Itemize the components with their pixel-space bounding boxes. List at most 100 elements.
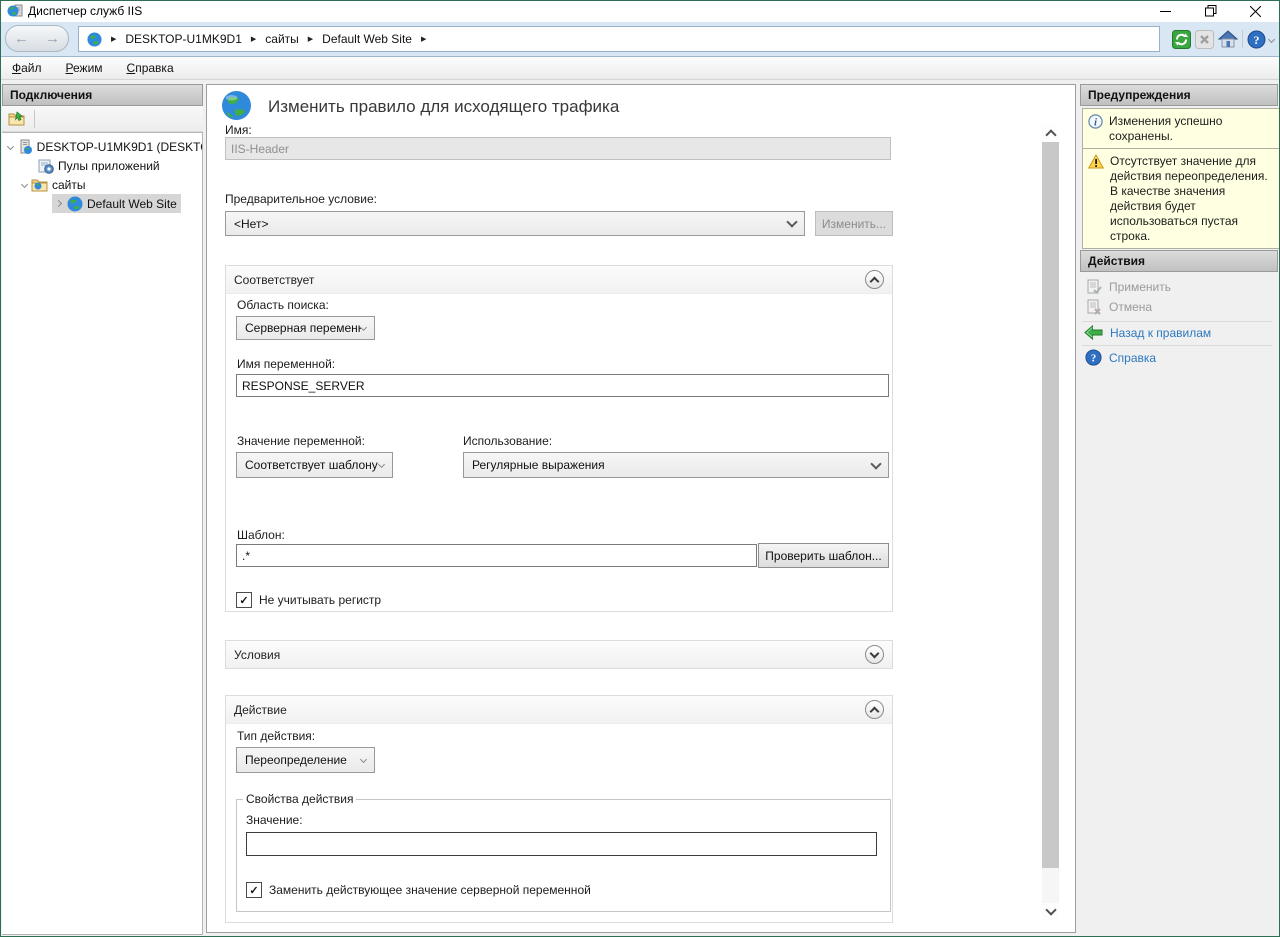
- breadcrumb-item-default-web-site[interactable]: Default Web Site: [322, 32, 412, 46]
- scrollbar-thumb[interactable]: [1042, 142, 1059, 868]
- chevron-down-icon: [870, 458, 881, 469]
- help-action[interactable]: ? Справка: [1085, 349, 1156, 366]
- conditions-section-header[interactable]: Условия: [226, 641, 892, 668]
- back-button[interactable]: ←: [14, 30, 29, 47]
- cancel-icon: [1086, 299, 1102, 315]
- save-connections-icon[interactable]: [8, 111, 26, 126]
- nav-buttons: ← →: [5, 25, 69, 52]
- action-section-header[interactable]: Действие: [226, 696, 892, 724]
- name-input: [225, 137, 891, 160]
- scroll-up-button[interactable]: [1042, 125, 1059, 142]
- back-arrow-icon: [1084, 325, 1103, 340]
- chevron-down-icon: [360, 323, 367, 330]
- breadcrumb-arrow-icon[interactable]: ▶: [111, 35, 116, 43]
- action-properties-group: Свойства действия Значение: ✓ Заменить д…: [236, 792, 891, 912]
- toolbar-separator: [34, 110, 35, 128]
- chevron-down-icon: [360, 755, 367, 762]
- replace-value-checkbox[interactable]: ✓: [246, 882, 262, 898]
- menu-view[interactable]: Режим: [66, 61, 103, 75]
- minimize-button[interactable]: [1143, 0, 1188, 22]
- actions-separator: [1082, 321, 1272, 322]
- warning-icon: [1088, 154, 1104, 243]
- globe-icon: [87, 32, 102, 47]
- feature-globe-icon: [221, 90, 252, 126]
- replace-value-row: ✓ Заменить действующее значение серверно…: [246, 882, 591, 898]
- breadcrumb: ▶ DESKTOP-U1MK9D1 ▶ сайты ▶ Default Web …: [78, 26, 1160, 52]
- address-bar-icons: ?: [1172, 27, 1274, 51]
- match-section-header[interactable]: Соответствует: [226, 266, 892, 294]
- ignore-case-checkbox[interactable]: ✓: [236, 592, 252, 608]
- scroll-down-button[interactable]: [1042, 903, 1059, 920]
- breadcrumb-item-sites[interactable]: сайты: [265, 32, 299, 46]
- restore-button[interactable]: [1188, 0, 1233, 22]
- title-bar: Диспетчер служб IIS: [0, 0, 1280, 22]
- variable-name-input[interactable]: [236, 374, 889, 397]
- expander-collapsed-icon[interactable]: [55, 200, 62, 207]
- server-icon: [17, 139, 33, 155]
- variable-name-label: Имя переменной:: [237, 357, 335, 371]
- refresh-icon[interactable]: [1172, 30, 1191, 49]
- variable-value-select[interactable]: Соответствует шаблону: [236, 452, 393, 478]
- stop-icon: [1195, 30, 1214, 49]
- precondition-select[interactable]: <Нет>: [225, 211, 805, 236]
- home-icon[interactable]: [1218, 30, 1238, 49]
- forward-button[interactable]: →: [45, 30, 60, 47]
- usage-select[interactable]: Регулярные выражения: [463, 452, 889, 478]
- connections-tree: DESKTOP-U1MK9D1 (DESKTOP Пулы приложений…: [2, 132, 203, 935]
- address-bar: ← → ▶ DESKTOP-U1MK9D1 ▶ сайты ▶ Default …: [0, 22, 1280, 57]
- collapse-icon[interactable]: [865, 270, 884, 289]
- window-title: Диспетчер служб IIS: [28, 4, 142, 18]
- conditions-section: Условия: [225, 640, 893, 669]
- breadcrumb-arrow-icon[interactable]: ▶: [251, 35, 256, 43]
- pattern-input[interactable]: [236, 544, 757, 567]
- name-label: Имя:: [225, 123, 252, 137]
- help-circle-icon: ?: [1085, 349, 1102, 366]
- edit-precondition-button: Изменить...: [815, 211, 893, 236]
- breadcrumb-arrow-icon[interactable]: ▶: [421, 35, 426, 43]
- test-pattern-button[interactable]: Проверить шаблон...: [758, 543, 889, 568]
- variable-value-label: Значение переменной:: [237, 434, 365, 448]
- connections-panel-header: Подключения: [2, 84, 203, 106]
- scope-select[interactable]: Серверная переменн: [236, 316, 375, 340]
- apply-action: Применить: [1086, 279, 1171, 295]
- cancel-action: Отмена: [1086, 299, 1152, 315]
- alert-warning: Отсутствует значение для действия переоп…: [1082, 148, 1280, 249]
- expand-icon[interactable]: [865, 645, 884, 664]
- chevron-down-icon: [786, 216, 797, 227]
- menu-help[interactable]: Справка: [127, 61, 174, 75]
- expander-expanded-icon[interactable]: [21, 181, 28, 188]
- actions-panel-header: Действия: [1080, 250, 1278, 272]
- expander-expanded-icon[interactable]: [7, 143, 14, 150]
- action-type-select[interactable]: Переопределение: [236, 747, 375, 773]
- tree-item-sites[interactable]: сайты: [22, 175, 86, 194]
- match-section: Соответствует Область поиска: Серверная …: [225, 265, 893, 612]
- svg-text:?: ?: [1091, 352, 1096, 364]
- action-section: Действие Тип действия: Переопределение С…: [225, 695, 893, 923]
- svg-text:?: ?: [1254, 32, 1260, 46]
- action-value-input[interactable]: [246, 832, 877, 856]
- chevron-down-icon: [1268, 35, 1275, 42]
- svg-text:i: i: [1094, 117, 1097, 128]
- breadcrumb-arrow-icon[interactable]: ▶: [308, 35, 313, 43]
- scope-label: Область поиска:: [237, 298, 329, 312]
- action-type-label: Тип действия:: [237, 729, 315, 743]
- page-title: Изменить правило для исходящего трафика: [268, 97, 619, 117]
- collapse-icon[interactable]: [865, 700, 884, 719]
- menu-file[interactable]: Файл: [12, 61, 42, 75]
- action-properties-title: Свойства действия: [243, 792, 356, 806]
- tree-item-default-web-site[interactable]: Default Web Site: [52, 194, 181, 213]
- actions-separator: [1082, 345, 1272, 346]
- help-icon[interactable]: ?: [1247, 30, 1274, 49]
- tree-item-server[interactable]: DESKTOP-U1MK9D1 (DESKTOP: [8, 137, 202, 156]
- main-scrollbar[interactable]: [1042, 125, 1059, 920]
- tree-item-app-pools[interactable]: Пулы приложений: [38, 156, 160, 175]
- action-value-label: Значение:: [246, 813, 303, 827]
- chevron-down-icon: [378, 460, 385, 467]
- globe-icon: [67, 196, 83, 212]
- replace-value-label: Заменить действующее значение серверной …: [269, 883, 591, 897]
- close-button[interactable]: [1233, 0, 1278, 22]
- breadcrumb-item-server[interactable]: DESKTOP-U1MK9D1: [125, 32, 241, 46]
- pattern-label: Шаблон:: [237, 528, 285, 542]
- connections-toolbar: [2, 106, 203, 132]
- back-to-rules-action[interactable]: Назад к правилам: [1084, 325, 1211, 340]
